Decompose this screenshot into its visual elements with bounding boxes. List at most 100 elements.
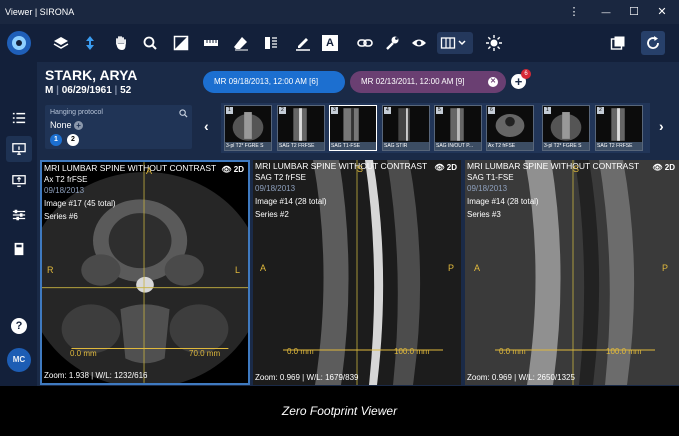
viewport-1[interactable]: MRI LUMBAR SPINE WITHOUT CONTRAST 👁 2D A… — [40, 160, 250, 385]
ruler-icon[interactable] — [200, 32, 222, 54]
scale-end: 100.0 mm — [606, 347, 642, 356]
window-level-icon[interactable] — [170, 32, 192, 54]
patient-sex: M — [45, 85, 54, 96]
patient-age: 52 — [120, 85, 132, 96]
viewport-title: MRI LUMBAR SPINE WITHOUT CONTRAST — [467, 161, 640, 171]
series-thumbnail[interactable]: 6 Ax T2 frFSE — [486, 105, 534, 151]
text-annotation-icon[interactable]: A — [322, 35, 338, 51]
image-index: Image #14 (28 total) — [255, 197, 327, 206]
thumbnail-label: SAG T2 FRFSE — [596, 142, 642, 150]
maximize-button[interactable]: ☐ — [624, 0, 644, 24]
image-index: Image #17 (45 total) — [44, 199, 116, 208]
series-thumbnail[interactable]: 1 3-pl T2* FGRE S — [542, 105, 590, 151]
minimize-button[interactable]: — — [596, 0, 616, 24]
sliders-icon[interactable] — [6, 202, 32, 228]
eraser-icon[interactable] — [230, 32, 252, 54]
protocol-chip-2[interactable]: 2 — [67, 134, 79, 146]
viewport-3[interactable]: MRI LUMBAR SPINE WITHOUT CONTRAST 👁 2D S… — [465, 160, 679, 385]
thumbnail-label: SAG T1-FSE — [330, 142, 376, 150]
zoom-icon[interactable] — [139, 32, 161, 54]
add-protocol-icon[interactable]: + — [74, 121, 84, 131]
orientation-right: P — [448, 263, 455, 273]
invert-icon[interactable] — [260, 32, 282, 54]
zoom-window-level: Zoom: 0.969 | W/L: 2650/1325 — [467, 373, 575, 382]
series-name: SAG T2 frFSE — [255, 173, 306, 182]
caption: Zero Footprint Viewer — [0, 386, 679, 421]
left-sidebar: ? MC — [0, 62, 37, 386]
series-thumbnail[interactable]: 4 SAG STIR — [382, 105, 430, 151]
series-thumbnail[interactable]: 3 SAG T1-FSE — [329, 105, 377, 151]
series-thumbnail[interactable]: 1 3-pl T2* FGRE S — [224, 105, 272, 151]
eye-icon[interactable]: 👁 — [434, 163, 444, 172]
scale-start: 0.0 mm — [70, 349, 97, 358]
thumbnail-next-arrow[interactable]: › — [659, 118, 664, 134]
thumbnail-label: 3-pl T2* FGRE S — [225, 142, 271, 150]
study-tab-active[interactable]: MR 09/18/2013, 12:00 AM [6] — [203, 71, 345, 93]
thumbnail-label: SAG IN/OUT P... — [435, 142, 481, 150]
monitor-icon[interactable] — [6, 136, 32, 162]
pan-hand-icon[interactable] — [110, 32, 132, 54]
orientation-left: R — [47, 265, 54, 275]
hanging-protocol-value[interactable]: None + — [50, 120, 84, 131]
series-name: Ax T2 frFSE — [44, 175, 88, 184]
hanging-protocol-panel: Hanging protocol None + 1 2 — [45, 105, 192, 149]
zoom-window-level: Zoom: 0.969 | W/L: 1679/839 — [255, 373, 359, 382]
thumbnail-label: SAG STIR — [383, 142, 429, 150]
monitor-share-icon[interactable] — [6, 168, 32, 194]
scale-end: 70.0 mm — [189, 349, 221, 358]
series-thumbnail[interactable]: 2 SAG T2 FRFSE — [277, 105, 325, 151]
viewport-2[interactable]: MRI LUMBAR SPINE WITHOUT CONTRAST 👁 2D S… — [253, 160, 461, 385]
refresh-icon[interactable] — [641, 31, 665, 55]
layers-icon[interactable] — [50, 32, 72, 54]
window-menu-icon[interactable]: ⋮ — [564, 0, 584, 24]
orientation-top: S — [573, 164, 580, 174]
series-number: Series #6 — [44, 212, 78, 221]
series-number: Series #3 — [467, 210, 501, 219]
window-title: Viewer | SIRONA — [5, 7, 75, 17]
link-icon[interactable] — [354, 32, 376, 54]
avatar[interactable]: MC — [7, 348, 31, 372]
thumbnail-prev-arrow[interactable]: ‹ — [204, 118, 209, 134]
orientation-left: A — [474, 263, 481, 273]
thumbnail-label: Ax T2 frFSE — [487, 142, 533, 150]
protocol-chip-1[interactable]: 1 — [50, 134, 62, 146]
thumbnail-strip: 1 3-pl T2* FGRE S 2 SAG T2 FRFSE 3 SAG T1-F… — [221, 103, 650, 153]
orientation-left: A — [260, 263, 267, 273]
zoom-window-level: Zoom: 1.938 | W/L: 1232/616 — [44, 371, 148, 380]
study-date: 09/18/2013 — [467, 184, 508, 193]
orientation-top: A — [146, 166, 153, 176]
logo-icon — [6, 30, 32, 56]
viewport-mode[interactable]: 👁 2D — [434, 163, 457, 172]
close-study-icon[interactable]: ✕ — [488, 77, 498, 87]
close-button[interactable]: ✕ — [652, 0, 672, 24]
thumbnail-label: 3-pl T2* FGRE S — [543, 142, 589, 150]
series-name: SAG T1-FSE — [467, 173, 514, 182]
scroll-icon[interactable] — [79, 32, 101, 54]
list-icon[interactable] — [6, 105, 32, 131]
annotate-pen-icon[interactable] — [292, 32, 314, 54]
viewport-mode[interactable]: 👁 2D — [221, 165, 244, 174]
series-thumbnail[interactable]: 2 SAG T2 FRFSE — [595, 105, 643, 151]
export-icon[interactable] — [607, 32, 629, 54]
study-tab[interactable]: MR 02/13/2011, 12:00 AM [9] ✕ — [350, 71, 506, 93]
eye-icon[interactable] — [408, 32, 430, 54]
hanging-protocol-label: Hanging protocol — [50, 109, 103, 116]
viewport-title: MRI LUMBAR SPINE WITHOUT CONTRAST — [255, 161, 428, 171]
study-count-badge: 6 — [521, 69, 531, 79]
patient-info: M | 06/29/1961 | 52 — [45, 85, 132, 96]
study-tab-label: MR 09/18/2013, 12:00 AM [6] — [214, 77, 319, 86]
image-index: Image #14 (28 total) — [467, 197, 539, 206]
viewport-mode[interactable]: 👁 2D — [652, 163, 675, 172]
series-number: Series #2 — [255, 210, 289, 219]
eye-icon[interactable]: 👁 — [652, 163, 662, 172]
brightness-icon[interactable] — [483, 32, 505, 54]
scale-start: 0.0 mm — [287, 347, 314, 356]
eye-icon[interactable]: 👁 — [221, 165, 231, 174]
search-icon[interactable] — [179, 109, 188, 118]
help-icon[interactable]: ? — [11, 318, 27, 334]
toolbar: A — [0, 24, 679, 62]
book-icon[interactable] — [6, 236, 32, 262]
series-thumbnail[interactable]: 5 SAG IN/OUT P... — [434, 105, 482, 151]
wrench-icon[interactable] — [381, 32, 403, 54]
layout-icon[interactable] — [437, 32, 473, 54]
